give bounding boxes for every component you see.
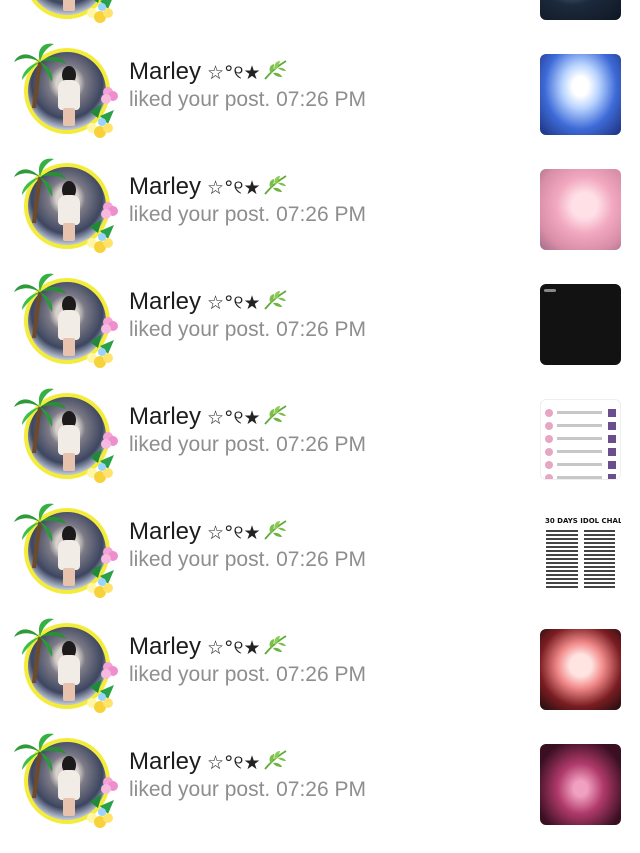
palm-tree-icon <box>14 388 66 454</box>
post-thumbnail-app-screenshot[interactable] <box>540 399 621 480</box>
notification-row[interactable]: Marley ☆°୧★ liked your post. 07:26 PM 30 … <box>0 490 640 605</box>
palm-tree-icon <box>14 733 66 799</box>
activity-text: liked your post. 07:26 PM <box>129 202 366 228</box>
timestamp: 07:26 PM <box>276 663 366 686</box>
username-link[interactable]: Marley ☆°୧★ <box>129 172 288 203</box>
activity-text: liked your post. 07:26 PM <box>129 777 366 803</box>
username-link[interactable]: Marley ☆°୧★ <box>129 632 288 663</box>
thumbnail-app-rows <box>541 400 620 479</box>
palm-tree-icon <box>14 618 66 684</box>
activity-text: liked your post. 07:26 PM <box>129 547 366 573</box>
flower-icon <box>87 202 118 253</box>
name-decoration: ☆°୧★ <box>207 292 261 314</box>
post-thumbnail-black-screenshot[interactable] <box>540 284 621 365</box>
leaf-icon <box>264 60 287 80</box>
username[interactable]: Marley <box>129 403 201 430</box>
name-decoration: ☆°୧★ <box>207 407 261 429</box>
action-text: liked your post. <box>129 88 271 111</box>
action-text: liked your post. <box>129 318 271 341</box>
username[interactable]: Marley <box>129 58 201 85</box>
palm-tree-icon <box>14 43 66 109</box>
username-link[interactable]: Marley ☆°୧★ <box>129 747 288 778</box>
name-decoration: ☆°୧★ <box>207 177 261 199</box>
post-thumbnail-dark-blue-photo[interactable] <box>540 0 621 20</box>
username-link[interactable]: Marley ☆°୧★ <box>129 57 288 88</box>
notification-row[interactable]: Marley ☆°୧★ liked your post. 07:26 PM <box>0 145 640 260</box>
flower-icon <box>87 547 118 598</box>
name-decoration: ☆°୧★ <box>207 637 261 659</box>
post-thumbnail-pink-illustration[interactable] <box>540 169 621 250</box>
name-decoration: ☆°୧★ <box>207 62 261 84</box>
action-text: liked your post. <box>129 778 271 801</box>
post-thumbnail-challenge-list-document[interactable]: 30 DAYS IDOL CHALLENGE <box>540 514 621 595</box>
leaf-icon <box>264 635 287 655</box>
username[interactable]: Marley <box>129 633 201 660</box>
flower-icon <box>87 662 118 713</box>
timestamp: 07:26 PM <box>276 203 366 226</box>
username-link[interactable]: Marley ☆°୧★ <box>129 287 288 318</box>
flower-icon <box>87 87 118 138</box>
avatar[interactable] <box>14 500 124 600</box>
notification-row[interactable]: Marley ☆°୧★ liked your post. 07:26 PM <box>0 260 640 375</box>
post-thumbnail-stage-performer-photo[interactable] <box>540 54 621 135</box>
action-text: liked your post. <box>129 548 271 571</box>
action-text: liked your post. <box>129 663 271 686</box>
username[interactable]: Marley <box>129 748 201 775</box>
palm-tree-icon <box>14 503 66 569</box>
notification-row[interactable]: Marley☆°୧★ liked your post. 07:26 PM <box>0 0 640 30</box>
post-thumbnail-concert-photo[interactable] <box>540 744 621 825</box>
avatar[interactable] <box>14 270 124 370</box>
thumbnail-list <box>540 526 621 592</box>
thumbnail-status-bar <box>540 289 621 292</box>
timestamp: 07:26 PM <box>276 318 366 341</box>
timestamp: 07:26 PM <box>276 778 366 801</box>
leaf-icon <box>264 405 287 425</box>
flower-icon <box>87 777 118 828</box>
leaf-icon <box>264 290 287 310</box>
avatar[interactable] <box>14 730 124 830</box>
notifications-feed: Marley ☆°୧★ liked your post. 07:26 PM Ma… <box>0 0 640 835</box>
notification-row[interactable]: Marley ☆°୧★ liked your post. 07:26 PM <box>0 720 640 835</box>
palm-tree-icon <box>14 158 66 224</box>
action-text: liked your post. <box>129 203 271 226</box>
name-decoration: ☆°୧★ <box>207 752 261 774</box>
avatar[interactable] <box>14 385 124 485</box>
activity-text: liked your post. 07:26 PM <box>129 317 366 343</box>
name-decoration: ☆°୧★ <box>207 522 261 544</box>
username-link[interactable]: Marley ☆°୧★ <box>129 402 288 433</box>
leaf-icon <box>264 520 287 540</box>
activity-text: liked your post. 07:26 PM <box>129 662 366 688</box>
avatar[interactable] <box>14 615 124 715</box>
leaf-icon <box>264 175 287 195</box>
avatar-figure <box>56 0 82 13</box>
flower-icon <box>87 0 113 23</box>
leaf-icon <box>264 750 287 770</box>
activity-text: liked your post. 07:26 PM <box>129 87 366 113</box>
activity-text: liked your post. 07:26 PM <box>129 432 366 458</box>
avatar[interactable] <box>14 0 124 25</box>
timestamp: 07:26 PM <box>276 88 366 111</box>
avatar[interactable] <box>14 155 124 255</box>
palm-tree-icon <box>14 273 66 339</box>
post-thumbnail-red-artwork[interactable] <box>540 629 621 710</box>
notification-row[interactable]: Marley ☆°୧★ liked your post. 07:26 PM <box>0 605 640 720</box>
username[interactable]: Marley <box>129 518 201 545</box>
notification-row[interactable]: Marley ☆°୧★ liked your post. 07:26 PM <box>0 375 640 490</box>
username-link[interactable]: Marley ☆°୧★ <box>129 517 288 548</box>
username[interactable]: Marley <box>129 288 201 315</box>
flower-icon <box>87 432 118 483</box>
avatar[interactable] <box>14 40 124 140</box>
username[interactable]: Marley <box>129 173 201 200</box>
notification-row[interactable]: Marley ☆°୧★ liked your post. 07:26 PM <box>0 30 640 145</box>
thumbnail-title: 30 DAYS IDOL CHALLENGE <box>545 517 621 525</box>
timestamp: 07:26 PM <box>276 548 366 571</box>
timestamp: 07:26 PM <box>276 433 366 456</box>
action-text: liked your post. <box>129 433 271 456</box>
flower-icon <box>87 317 118 368</box>
